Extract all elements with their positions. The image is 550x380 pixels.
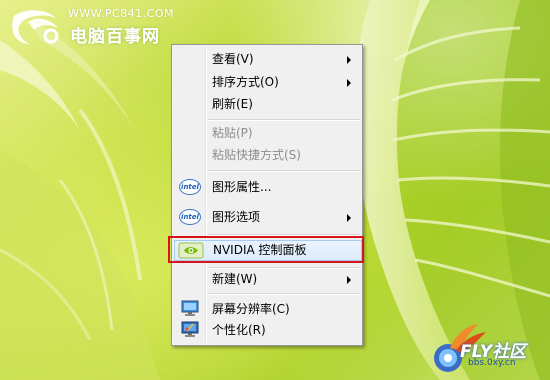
menu-item-label: 刷新(E) [212,97,253,111]
menu-item-label: 图形选项 [212,210,261,224]
submenu-arrow-icon [347,276,351,284]
submenu-arrow-icon [347,56,351,64]
menu-separator [208,293,360,295]
menu-item-view[interactable]: 查看(V) [174,49,360,70]
fly-community-url: bbs.0xy.cn [468,358,516,368]
intel-icon: intel [177,177,203,197]
screen-resolution-icon [177,299,203,319]
menu-item-label: 粘贴快捷方式(S) [212,148,301,162]
submenu-arrow-icon [347,214,351,222]
intel-icon: intel [177,207,203,227]
menu-item-personalize[interactable]: 个性化(R) [174,320,360,341]
menu-item-label: 查看(V) [212,52,254,66]
desktop-background[interactable]: WWW.PC841.COM 电脑百事网 查看(V) 排序方式(O) 刷新(E) … [0,0,550,380]
menu-item-paste-shortcut[interactable]: 粘贴快捷方式(S) [174,145,360,166]
menu-item-label: 图形属性... [212,180,272,194]
nvidia-highlight-box [168,236,364,263]
menu-item-label: 粘贴(P) [212,126,253,140]
menu-item-paste[interactable]: 粘贴(P) [174,123,360,144]
menu-item-label: 排序方式(O) [212,75,279,89]
pc841-logo [12,10,59,44]
menu-item-graphics-properties[interactable]: intel 图形属性... [174,177,360,198]
menu-item-label: 个性化(R) [212,323,266,337]
watermark-site-url: WWW.PC841.COM [68,7,174,20]
menu-item-screen-resolution[interactable]: 屏幕分辨率(C) [174,299,360,320]
menu-item-new[interactable]: 新建(W) [174,269,360,290]
menu-item-sort-by[interactable]: 排序方式(O) [174,72,360,93]
menu-item-refresh[interactable]: 刷新(E) [174,94,360,115]
watermark-site-title: 电脑百事网 [70,27,160,47]
menu-separator [208,119,360,121]
desktop-context-menu: 查看(V) 排序方式(O) 刷新(E) 粘贴(P) 粘贴快捷方式(S) inte… [171,44,363,346]
personalize-icon [177,320,203,340]
submenu-arrow-icon [347,79,351,87]
menu-separator [208,170,360,172]
menu-item-label: 屏幕分辨率(C) [212,302,290,316]
menu-item-label: 新建(W) [212,272,258,286]
menu-item-graphics-options[interactable]: intel 图形选项 [174,207,360,228]
